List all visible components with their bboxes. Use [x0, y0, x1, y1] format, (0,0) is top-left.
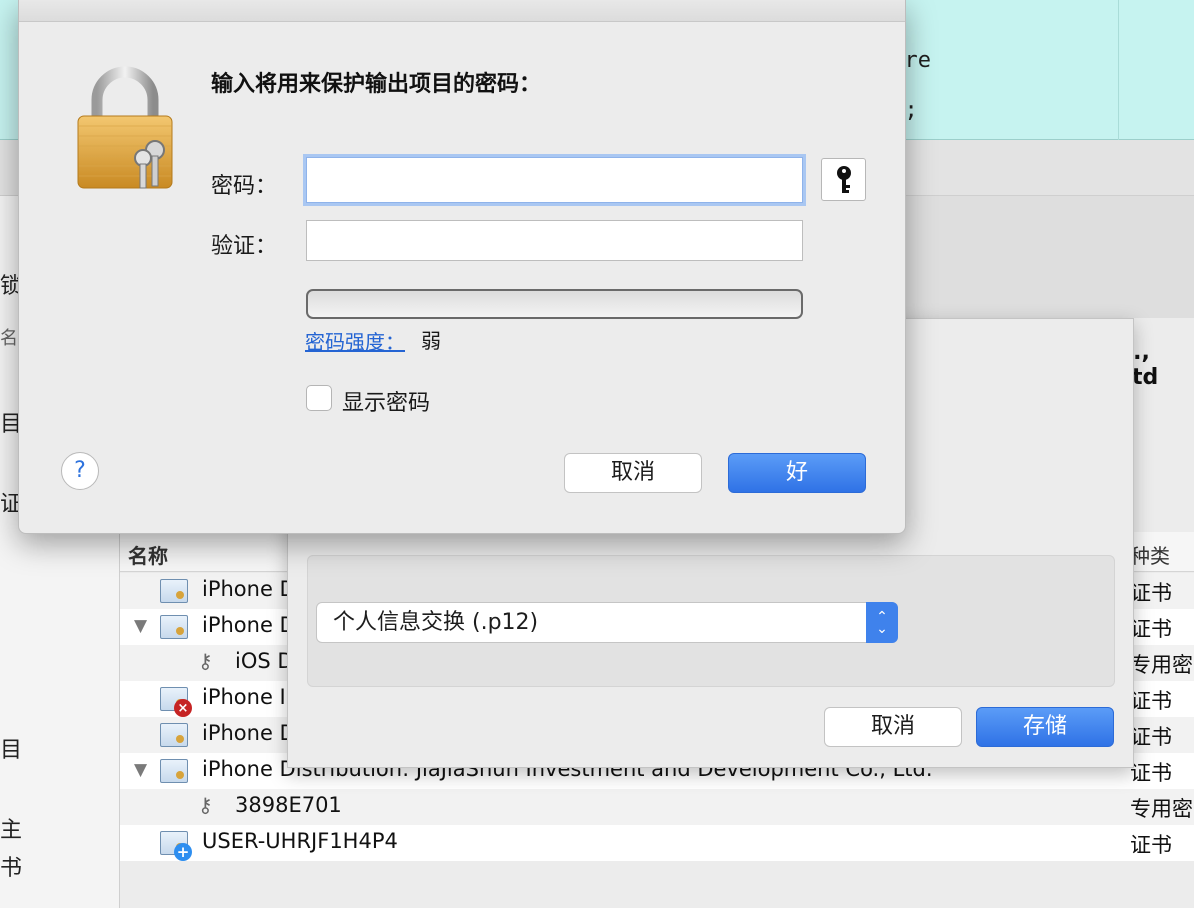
verify-field[interactable] — [306, 220, 803, 261]
export-save-button[interactable]: 存储 — [976, 707, 1114, 747]
row-name: iOS D — [235, 649, 294, 673]
private-key-icon: ⚷ — [198, 649, 213, 673]
row-name: USER-UHRJF1H4P4 — [202, 829, 398, 853]
sidebar-fragment[interactable]: 目 — [0, 732, 22, 764]
dialog-title: 输入将用来保护输出项目的密码： — [211, 72, 542, 97]
row-kind: 证书 — [1130, 617, 1172, 641]
certificate-icon — [160, 615, 188, 639]
row-kind: 证书 — [1130, 833, 1172, 857]
certificate-icon — [160, 723, 188, 747]
invalid-badge-icon: × — [174, 699, 192, 717]
password-dialog: 输入将用来保护输出项目的密码： 密码： 验证： 密码强度： 弱 显示密码 ? 取… — [18, 0, 906, 534]
verify-label: 验证： — [211, 234, 278, 259]
editor-divider — [1118, 0, 1119, 140]
password-label: 密码： — [211, 174, 278, 199]
row-name: 3898E701 — [235, 793, 342, 817]
password-field[interactable] — [306, 157, 803, 203]
password-strength-bar — [306, 289, 803, 319]
column-name[interactable]: 名称 — [128, 540, 168, 569]
disclosure-triangle-icon[interactable]: ▼ — [134, 616, 147, 636]
row-name: iPhone D — [202, 577, 296, 601]
row-name: iPhone D — [202, 721, 296, 745]
export-cancel-button[interactable]: 取消 — [824, 707, 962, 747]
certificate-icon — [160, 759, 188, 783]
row-name: iPhone I — [202, 685, 286, 709]
table-row[interactable]: ⚷ 3898E701 专用密 — [120, 789, 1194, 825]
file-format-select[interactable]: 个人信息交换 (.p12) ⌃ ⌄ — [316, 602, 898, 643]
cancel-button[interactable]: 取消 — [564, 453, 702, 493]
row-kind: 证书 — [1130, 761, 1172, 785]
show-password-label[interactable]: 显示密码 — [342, 385, 430, 417]
password-strength-value: 弱 — [421, 329, 441, 353]
table-row[interactable]: + USER-UHRJF1H4P4 证书 — [120, 825, 1194, 861]
key-icon — [836, 165, 851, 193]
row-kind: 证书 — [1130, 689, 1172, 713]
row-kind: 专用密 — [1130, 797, 1193, 821]
lock-icon — [77, 66, 173, 189]
password-strength-link[interactable]: 密码强度： — [305, 326, 405, 355]
column-kind[interactable]: 种类 — [1130, 540, 1170, 569]
add-badge-icon: + — [174, 843, 192, 861]
show-password-checkbox[interactable] — [306, 385, 332, 411]
row-kind: 专用密 — [1130, 653, 1193, 677]
disclosure-triangle-icon[interactable]: ▼ — [134, 760, 147, 780]
ok-button[interactable]: 好 — [728, 453, 866, 493]
row-name: iPhone D — [202, 613, 296, 637]
certificate-icon — [160, 579, 188, 603]
row-kind: 证书 — [1130, 725, 1172, 749]
updown-chevron-icon: ⌃ ⌄ — [866, 602, 898, 643]
sidebar-fragment[interactable]: 书 — [0, 850, 22, 882]
private-key-icon: ⚷ — [198, 793, 213, 817]
dialog-titlebar — [19, 0, 905, 22]
row-kind: 证书 — [1130, 581, 1172, 605]
file-format-value: 个人信息交换 (.p12) — [333, 610, 539, 635]
password-assistant-button[interactable] — [821, 158, 866, 201]
help-icon[interactable]: ? — [61, 452, 99, 490]
sidebar-fragment[interactable]: 主 — [0, 812, 22, 844]
sidebar-fragment: 名 — [0, 328, 18, 349]
